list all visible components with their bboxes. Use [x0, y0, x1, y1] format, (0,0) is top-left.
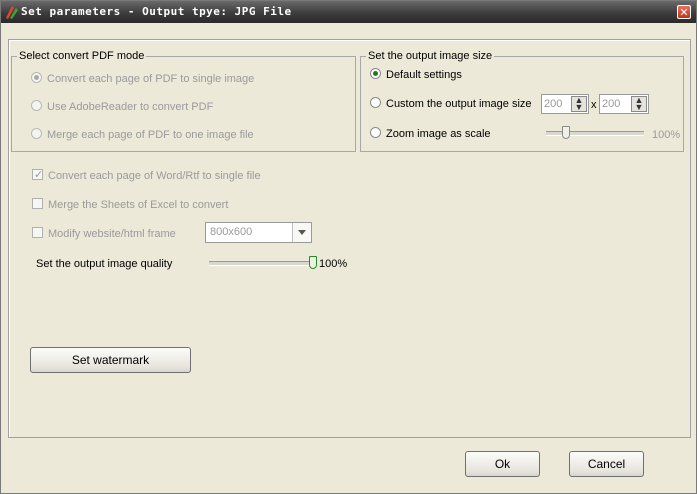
radio-label: Merge each page of PDF to one image file: [47, 129, 254, 141]
checkbox[interactable]: [32, 198, 43, 209]
radio-button[interactable]: [31, 72, 42, 83]
zoom-percent: 100%: [652, 129, 681, 141]
cancel-button[interactable]: Cancel: [569, 451, 644, 477]
width-value: 200: [544, 98, 563, 110]
radio-label: Zoom image as scale: [386, 128, 491, 140]
checkbox-label: Merge the Sheets of Excel to convert: [48, 199, 229, 211]
pdf-mode-group-label: Select convert PDF mode: [17, 50, 147, 62]
radio-selected-dot: [34, 75, 39, 80]
set-watermark-button[interactable]: Set watermark: [30, 347, 191, 373]
title-bar[interactable]: Set parameters - Output tpye: JPG File ✕: [1, 1, 696, 23]
chevron-down-icon: [298, 230, 306, 235]
zoom-slider-track[interactable]: [546, 131, 644, 136]
quality-slider-track[interactable]: [209, 261, 313, 266]
radio-button[interactable]: [370, 97, 381, 108]
radio-button[interactable]: [31, 100, 42, 111]
quality-percent: 100%: [319, 258, 348, 270]
checkbox-label: Convert each page of Word/Rtf to single …: [48, 170, 261, 182]
image-size-group-label: Set the output image size: [366, 50, 495, 62]
app-logo-icon: [6, 6, 18, 19]
check-mark-icon: ✓: [34, 169, 44, 181]
frame-size-value: 800x600: [210, 226, 253, 238]
close-button[interactable]: ✕: [677, 5, 691, 19]
radio-label: Use AdobeReader to convert PDF: [47, 101, 214, 113]
radio-button[interactable]: [370, 68, 381, 79]
dialog-window: Set parameters - Output tpye: JPG File ✕…: [0, 0, 697, 494]
spin-arrows-icon[interactable]: ▲ ▼: [571, 96, 587, 112]
height-spinbox[interactable]: 200 ▲ ▼: [599, 94, 649, 114]
radio-label: Convert each page of PDF to single image: [47, 73, 255, 85]
checkbox-label: Modify website/html frame: [48, 228, 176, 240]
radio-selected-dot: [373, 71, 378, 76]
dropdown-button[interactable]: [292, 223, 311, 242]
zoom-slider-thumb[interactable]: [561, 126, 570, 139]
frame-size-select[interactable]: 800x600: [205, 222, 312, 243]
height-value: 200: [602, 98, 621, 110]
radio-button[interactable]: [31, 128, 42, 139]
radio-label: Default settings: [386, 69, 462, 81]
checkbox[interactable]: [32, 227, 43, 238]
spin-arrows-icon[interactable]: ▲ ▼: [631, 96, 647, 112]
width-spinbox[interactable]: 200 ▲ ▼: [541, 94, 589, 114]
radio-label: Custom the output image size: [386, 98, 532, 110]
checkbox[interactable]: ✓: [32, 169, 44, 181]
ok-button[interactable]: Ok: [465, 451, 540, 477]
window-title: Set parameters - Output tpye: JPG File: [21, 5, 292, 18]
quality-label: Set the output image quality: [36, 258, 173, 270]
quality-slider-thumb[interactable]: [309, 256, 317, 269]
radio-button[interactable]: [370, 127, 381, 138]
size-times-sign: x: [591, 99, 597, 111]
